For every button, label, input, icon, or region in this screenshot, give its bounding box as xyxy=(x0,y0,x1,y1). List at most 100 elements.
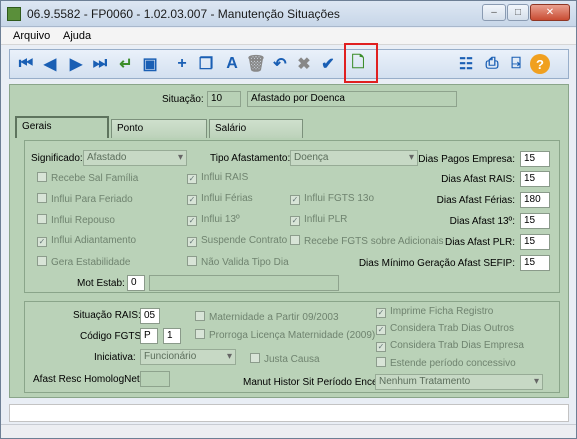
close-button[interactable]: ✕ xyxy=(530,4,570,21)
menu-ajuda[interactable]: Ajuda xyxy=(63,30,91,42)
check-influi-fgts-13o[interactable]: ✓ Influi FGTS 13o xyxy=(290,193,374,205)
significado-select[interactable]: Afastado xyxy=(83,150,187,166)
enter-icon[interactable]: ↵ xyxy=(116,54,136,74)
toolbar: ⏮ ◀ ▶ ⏭ ↵ ▣ + ❐ A 🗑 ↶ ✖ ✔ 🗋 ☷ ⎙ ⍈ ? xyxy=(9,49,569,79)
tab-salario[interactable]: Salário xyxy=(209,119,303,138)
checkmark-icon: ✓ xyxy=(290,216,300,226)
checkbox-icon xyxy=(250,353,260,363)
check-influi-feriado[interactable]: Influi Para Feriado xyxy=(37,193,133,205)
situacao-code[interactable]: 10 xyxy=(207,91,241,107)
check-trab-dias-outros[interactable]: ✓ Considera Trab Dias Outros xyxy=(376,323,514,335)
afast-resc-input[interactable] xyxy=(140,371,170,387)
checkbox-label: Influi 13º xyxy=(201,214,240,225)
last-record-icon[interactable]: ⏭ xyxy=(90,54,110,74)
text-icon[interactable]: A xyxy=(222,54,242,74)
trash-icon[interactable]: 🗑 xyxy=(246,54,266,74)
codigo-fgts-input-b[interactable]: 1 xyxy=(163,328,181,344)
check-prorroga-licenca[interactable]: Prorroga Licença Maternidade (2009) xyxy=(195,329,375,341)
checkbox-label: Estende período concessivo xyxy=(390,358,516,369)
bottom-group: Situação RAIS: 05 Código FGTS: P 1 Inici… xyxy=(24,301,560,393)
check-influi-13[interactable]: ✓ Influi 13º xyxy=(187,214,240,226)
dias-minimo-sefip-input[interactable]: 15 xyxy=(520,255,550,271)
check-influi-rais[interactable]: ✓ Influi RAIS xyxy=(187,172,248,184)
minimize-button[interactable]: – xyxy=(482,4,506,21)
new-icon[interactable]: + xyxy=(172,54,192,74)
dias-minimo-sefip-label: Dias Mínimo Geração Afast SEFIP: xyxy=(358,258,515,269)
menu-arquivo[interactable]: Arquivo xyxy=(13,30,50,42)
undo-icon[interactable]: ↶ xyxy=(270,54,290,74)
check-influi-plr[interactable]: ✓ Influi PLR xyxy=(290,214,347,226)
dias-afast-plr-label: Dias Afast PLR: xyxy=(444,237,515,248)
highlight-box xyxy=(344,43,378,83)
checkbox-label: Justa Causa xyxy=(264,354,320,365)
checkbox-label: Influi Para Feriado xyxy=(51,194,133,205)
copy-icon[interactable]: ❐ xyxy=(196,54,216,74)
codigo-fgts-input-a[interactable]: P xyxy=(140,328,158,344)
tipo-afastamento-select[interactable]: Doença xyxy=(290,150,418,166)
next-record-icon[interactable]: ▶ xyxy=(66,54,86,74)
situacao-description: Afastado por Doenca xyxy=(247,91,457,107)
check-estende-periodo[interactable]: Estende período concessivo xyxy=(376,357,516,369)
confirm-icon[interactable]: ✔ xyxy=(318,54,338,74)
app-icon xyxy=(7,7,21,21)
print-icon[interactable]: ⎙ xyxy=(482,54,502,74)
checkbox-label: Gera Estabilidade xyxy=(51,257,131,268)
check-justa-causa[interactable]: Justa Causa xyxy=(250,353,320,365)
check-suspende-contrato[interactable]: ✓ Suspende Contrato xyxy=(187,235,287,247)
menu-bar: Arquivo Ajuda xyxy=(1,28,576,45)
manut-histor-select[interactable]: Nenhum Tratamento xyxy=(375,374,543,390)
check-influi-adiantamento[interactable]: ✓ Influi Adiantamento xyxy=(37,235,136,247)
dias-afast-13-input[interactable]: 15 xyxy=(520,213,550,229)
situacao-rais-input[interactable]: 05 xyxy=(140,308,160,324)
dias-afast-ferias-input[interactable]: 180 xyxy=(520,192,550,208)
exit-icon[interactable]: ⍈ xyxy=(506,54,526,74)
previous-record-icon[interactable]: ◀ xyxy=(40,54,60,74)
cancel-icon[interactable]: ✖ xyxy=(294,54,314,74)
checkmark-icon: ✓ xyxy=(376,325,386,335)
dias-afast-rais-input[interactable]: 15 xyxy=(520,171,550,187)
afast-resc-label: Afast Resc HomologNet: xyxy=(33,374,143,385)
checkmark-icon: ✓ xyxy=(37,237,47,247)
check-recebe-sal-familia[interactable]: Recebe Sal Família xyxy=(37,172,138,184)
checkbox-label: Considera Trab Dias Outros xyxy=(390,323,514,334)
check-gera-estabilidade[interactable]: Gera Estabilidade xyxy=(37,256,131,268)
check-influi-ferias[interactable]: ✓ Influi Férias xyxy=(187,193,253,205)
maximize-button[interactable]: □ xyxy=(507,4,529,21)
checkbox-icon xyxy=(195,329,205,339)
main-panel: Situação: 10 Afastado por Doenca Gerais … xyxy=(9,84,569,398)
tree-icon[interactable]: ☷ xyxy=(456,54,476,74)
dias-afast-13-label: Dias Afast 13º: xyxy=(449,216,515,227)
checkmark-icon: ✓ xyxy=(290,195,300,205)
checkbox-icon xyxy=(195,311,205,321)
title-bar: 06.9.5582 - FP0060 - 1.02.03.007 - Manut… xyxy=(1,1,576,27)
check-maternidade-09-2003[interactable]: Maternidade a Partir 09/2003 xyxy=(195,311,339,323)
checkbox-label: Influi Adiantamento xyxy=(51,235,137,246)
iniciativa-select[interactable]: Funcionário xyxy=(140,349,236,365)
gerais-group: Significado: Afastado Tipo Afastamento: … xyxy=(24,140,560,293)
tipo-afastamento-label: Tipo Afastamento: xyxy=(210,153,291,164)
checkbox-icon xyxy=(37,172,47,182)
dias-pagos-empresa-input[interactable]: 15 xyxy=(520,151,550,167)
situacao-rais-label: Situação RAIS: xyxy=(73,310,141,321)
first-record-icon[interactable]: ⏮ xyxy=(16,54,36,74)
help-icon[interactable]: ? xyxy=(530,54,550,74)
situacao-label: Situação: xyxy=(162,94,204,105)
check-trab-dias-empresa[interactable]: ✓ Considera Trab Dias Empresa xyxy=(376,340,524,352)
checkbox-label: Influi Repouso xyxy=(51,215,115,226)
search-icon[interactable]: ▣ xyxy=(140,54,160,74)
check-imprime-ficha[interactable]: ✓ Imprime Ficha Registro xyxy=(376,306,493,318)
tab-gerais[interactable]: Gerais xyxy=(15,116,109,138)
window-title: 06.9.5582 - FP0060 - 1.02.03.007 - Manut… xyxy=(27,7,340,21)
mot-estab-input[interactable]: 0 xyxy=(127,275,145,291)
check-nao-valida-tipo-dia[interactable]: Não Valida Tipo Dia xyxy=(187,256,289,268)
checkbox-label: Influi PLR xyxy=(304,214,348,225)
checkbox-label: Maternidade a Partir 09/2003 xyxy=(209,312,339,323)
check-recebe-fgts-adicionais[interactable]: Recebe FGTS sobre Adicionais xyxy=(290,235,444,247)
dias-afast-plr-input[interactable]: 15 xyxy=(520,234,550,250)
status-field xyxy=(9,404,569,422)
checkbox-label: Prorroga Licença Maternidade (2009) xyxy=(209,330,376,341)
tab-ponto[interactable]: Ponto xyxy=(111,119,207,138)
checkbox-icon xyxy=(187,256,197,266)
checkmark-icon: ✓ xyxy=(187,174,197,184)
check-influi-repouso[interactable]: Influi Repouso xyxy=(37,214,115,226)
